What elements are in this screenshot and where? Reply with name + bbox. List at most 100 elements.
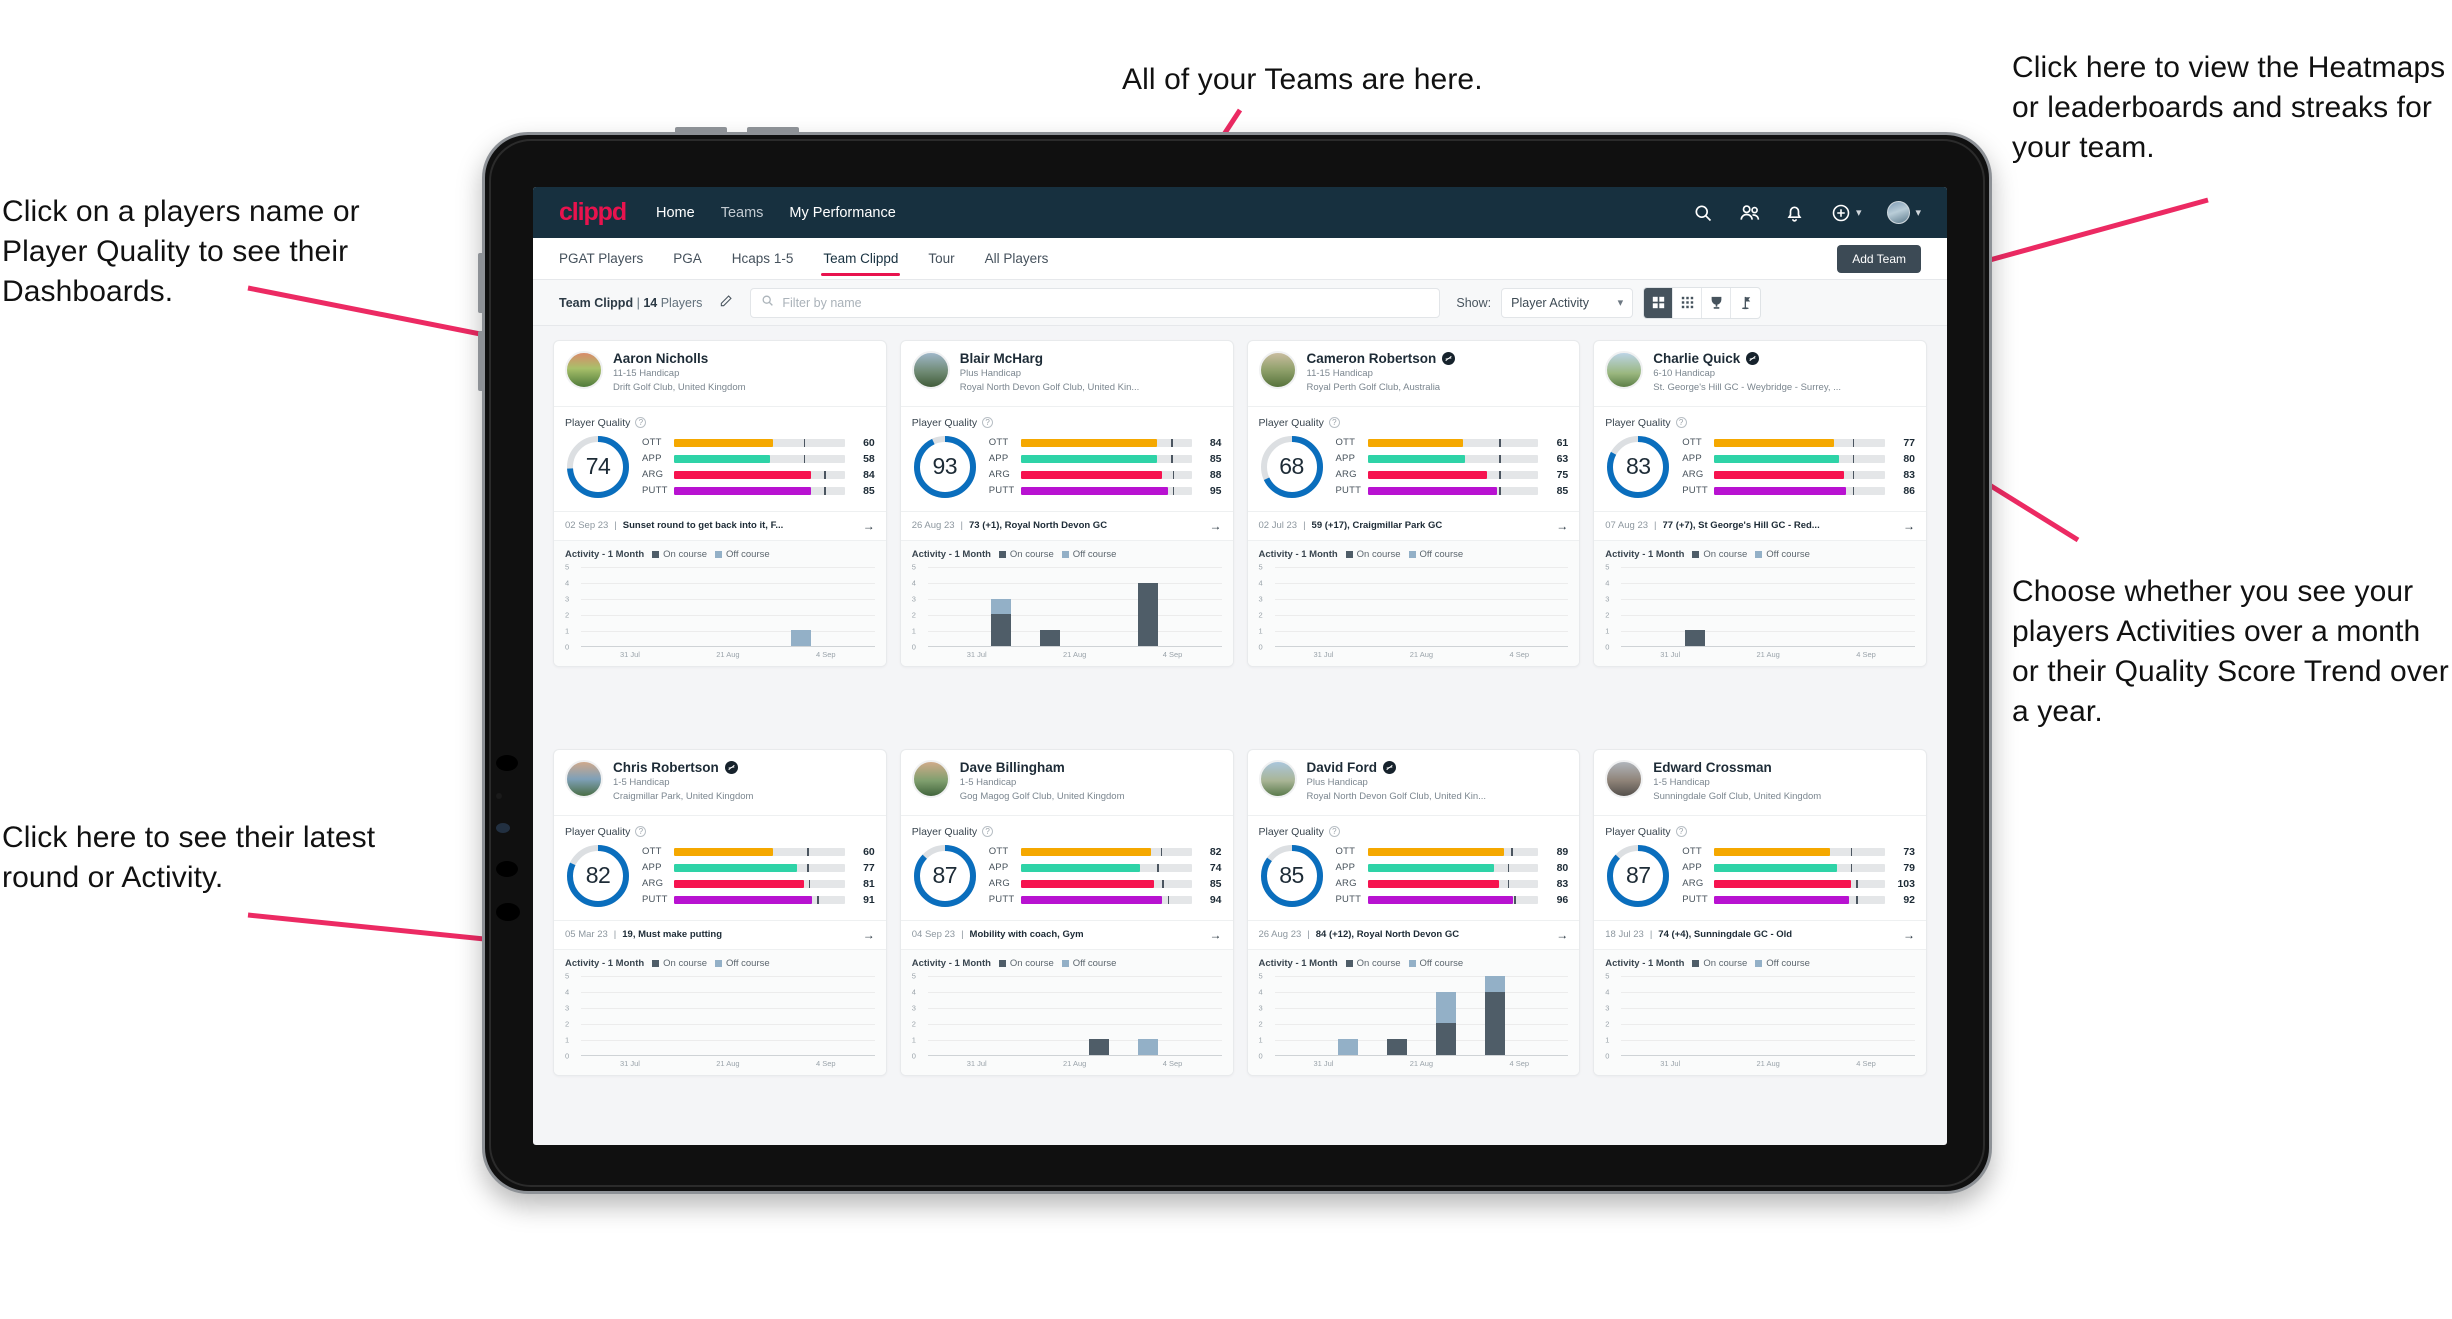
- player-card-header[interactable]: Chris Robertson 1-5 Handicap Craigmillar P…: [554, 750, 886, 815]
- player-name[interactable]: Dave Billingham: [960, 760, 1065, 775]
- player-card[interactable]: Charlie Quick 6-10 Handicap St. George's H…: [1593, 340, 1927, 667]
- latest-round-row[interactable]: 02 Jul 23 | 59 (+17), Craigmillar Park GC →: [1247, 510, 1580, 540]
- activity-section: Activity - 1 Month On course Off course 5 4 3…: [1247, 539, 1580, 666]
- help-icon[interactable]: ?: [1675, 417, 1687, 429]
- player-card[interactable]: Dave Billingham 1-5 Handicap Gog Magog Gol…: [899, 749, 1234, 1076]
- tab-pgat-players[interactable]: PGAT Players: [559, 238, 643, 280]
- nav-link-home[interactable]: Home: [656, 205, 695, 221]
- player-quality-section[interactable]: Player Quality? 68 OTT 61 APP 63 ARG 75 PUTT 85: [1247, 405, 1580, 511]
- player-card[interactable]: Aaron Nicholls 11-15 Handicap Drift Golf C…: [553, 340, 887, 667]
- player-name[interactable]: Edward Crossman: [1653, 760, 1772, 775]
- device-volume-up-button[interactable]: [478, 253, 484, 313]
- help-icon[interactable]: ?: [635, 417, 647, 429]
- search-input[interactable]: Filter by name: [750, 287, 1441, 318]
- player-quality-section[interactable]: Player Quality? 83 OTT 77 APP 80 ARG 83 PUTT 86: [1594, 405, 1926, 511]
- player-quality-section[interactable]: Player Quality? 87 OTT 73 APP 79 ARG 103 PUTT 92: [1594, 814, 1926, 920]
- arrow-right-icon[interactable]: →: [1895, 928, 1915, 942]
- player-name[interactable]: Cameron Robertson: [1307, 351, 1437, 366]
- bar-slot: [1817, 567, 1866, 646]
- arrow-right-icon[interactable]: →: [855, 519, 875, 533]
- device-top-button-2[interactable]: [747, 127, 799, 134]
- player-card[interactable]: Chris Robertson 1-5 Handicap Craigmillar P…: [553, 749, 887, 1076]
- avatar[interactable]: [1605, 760, 1644, 798]
- player-name[interactable]: Charlie Quick: [1653, 351, 1740, 366]
- nav-link-teams[interactable]: Teams: [721, 205, 764, 221]
- player-name[interactable]: Blair McHarg: [960, 351, 1043, 366]
- bar-segment-on-course: [1089, 1039, 1110, 1055]
- metric-bar: [674, 438, 845, 447]
- clippd-logo[interactable]: clippd: [559, 198, 627, 227]
- show-mode-select[interactable]: Player Activity ▾: [1501, 287, 1634, 318]
- account-menu[interactable]: ▾: [1887, 201, 1921, 224]
- player-quality-section[interactable]: Player Quality? 85 OTT 89 APP 80 ARG 83 PUTT 96: [1247, 814, 1580, 920]
- player-quality-section[interactable]: Player Quality? 93 OTT 84 APP 85 ARG 88 PUTT 95: [900, 405, 1233, 511]
- avatar[interactable]: [1887, 201, 1911, 224]
- player-card-header[interactable]: Edward Crossman 1-5 Handicap Sunningdale G…: [1594, 750, 1926, 815]
- player-card-header[interactable]: David Ford Plus Handicap Royal North Devon…: [1248, 750, 1580, 815]
- edit-team-button[interactable]: [712, 289, 740, 317]
- flag-view-button[interactable]: [1731, 288, 1760, 318]
- tab-pga[interactable]: PGA: [673, 238, 702, 280]
- y-axis-tick: 3: [1258, 1003, 1263, 1013]
- player-card-header[interactable]: Aaron Nicholls 11-15 Handicap Drift Golf C…: [554, 341, 886, 406]
- player-name[interactable]: David Ford: [1307, 760, 1378, 775]
- help-icon[interactable]: ?: [1675, 826, 1687, 838]
- avatar[interactable]: [565, 760, 603, 798]
- player-name[interactable]: Chris Robertson: [613, 760, 719, 775]
- help-icon[interactable]: ?: [635, 826, 647, 838]
- round-description: 77 (+7), St George's Hill GC - Red...: [1662, 520, 1820, 532]
- grid-dense-view-button[interactable]: [1673, 287, 1703, 318]
- help-icon[interactable]: ?: [1328, 826, 1340, 838]
- tab-all-players[interactable]: All Players: [985, 238, 1049, 280]
- arrow-right-icon[interactable]: →: [1895, 519, 1915, 533]
- latest-round-row[interactable]: 18 Jul 23 | 74 (+4), Sunningdale GC - Old →: [1594, 919, 1926, 949]
- player-name[interactable]: Aaron Nicholls: [613, 351, 708, 366]
- player-card[interactable]: David Ford Plus Handicap Royal North Devon…: [1246, 749, 1581, 1076]
- device-volume-down-button[interactable]: [478, 331, 484, 391]
- avatar[interactable]: [1605, 351, 1644, 389]
- help-icon[interactable]: ?: [982, 826, 994, 838]
- player-card-header[interactable]: Dave Billingham 1-5 Handicap Gog Magog Gol…: [901, 750, 1233, 815]
- arrow-right-icon[interactable]: →: [1202, 928, 1222, 942]
- player-card-header[interactable]: Charlie Quick 6-10 Handicap St. George's H…: [1594, 341, 1926, 406]
- avatar[interactable]: [1258, 351, 1297, 389]
- bar-slot: [1124, 567, 1173, 646]
- latest-round-row[interactable]: 26 Aug 23 | 73 (+1), Royal North Devon GC →: [900, 510, 1233, 540]
- avatar[interactable]: [1258, 760, 1297, 798]
- player-card-header[interactable]: Blair McHarg Plus Handicap Royal North Dev…: [901, 341, 1233, 406]
- tab-hcaps-1-5[interactable]: Hcaps 1-5: [732, 238, 794, 280]
- player-quality-section[interactable]: Player Quality? 74 OTT 60 APP 58 ARG 84 PUTT 85: [554, 405, 886, 511]
- arrow-right-icon[interactable]: →: [1202, 519, 1222, 533]
- player-card-header[interactable]: Cameron Robertson 11-15 Handicap Royal Per…: [1248, 341, 1580, 406]
- bell-icon[interactable]: [1785, 203, 1805, 223]
- avatar[interactable]: [911, 760, 950, 798]
- create-menu[interactable]: ▾: [1831, 203, 1861, 223]
- player-quality-section[interactable]: Player Quality? 82 OTT 60 APP 77 ARG 81 PUTT 91: [554, 814, 886, 920]
- nav-link-my-performance[interactable]: My Performance: [789, 205, 895, 221]
- trophy-view-button[interactable]: [1702, 287, 1732, 318]
- arrow-right-icon[interactable]: →: [855, 928, 875, 942]
- plus-circle-icon[interactable]: [1831, 203, 1851, 223]
- latest-round-row[interactable]: 07 Aug 23 | 77 (+7), St George's Hill GC -…: [1594, 510, 1926, 540]
- latest-round-row[interactable]: 05 Mar 23 | 19, Must make putting →: [554, 919, 886, 949]
- avatar[interactable]: [565, 351, 603, 389]
- arrow-right-icon[interactable]: →: [1548, 928, 1568, 942]
- arrow-right-icon[interactable]: →: [1548, 519, 1568, 533]
- latest-round-row[interactable]: 04 Sep 23 | Mobility with coach, Gym →: [900, 919, 1233, 949]
- device-top-button-1[interactable]: [675, 127, 727, 134]
- help-icon[interactable]: ?: [1328, 417, 1340, 429]
- player-card[interactable]: Blair McHarg Plus Handicap Royal North Dev…: [899, 340, 1234, 667]
- latest-round-row[interactable]: 26 Aug 23 | 84 (+12), Royal North Devon GC…: [1247, 919, 1580, 949]
- add-team-button[interactable]: Add Team: [1837, 244, 1921, 273]
- tab-tour[interactable]: Tour: [928, 238, 954, 280]
- avatar[interactable]: [911, 351, 950, 389]
- grid-large-view-button[interactable]: [1644, 287, 1674, 318]
- player-card[interactable]: Cameron Robertson 11-15 Handicap Royal Per…: [1246, 340, 1581, 667]
- player-card[interactable]: Edward Crossman 1-5 Handicap Sunningdale G…: [1593, 749, 1927, 1076]
- help-icon[interactable]: ?: [982, 417, 994, 429]
- search-icon[interactable]: [1693, 203, 1713, 223]
- latest-round-row[interactable]: 02 Sep 23 | Sunset round to get back into …: [554, 510, 886, 540]
- tab-team-clippd[interactable]: Team Clippd: [821, 238, 901, 280]
- people-icon[interactable]: [1739, 203, 1760, 223]
- player-quality-section[interactable]: Player Quality? 87 OTT 82 APP 74 ARG 85 PUTT 94: [900, 814, 1233, 920]
